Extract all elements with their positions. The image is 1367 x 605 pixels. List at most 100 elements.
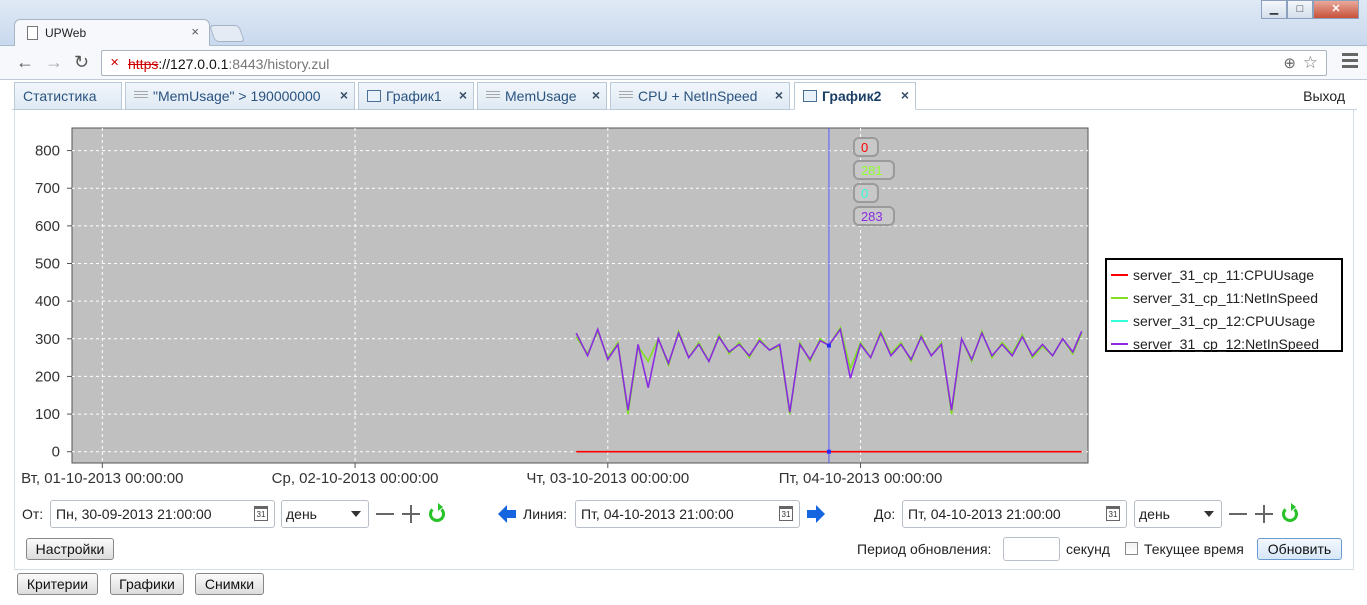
tab-graph2[interactable]: График2 × xyxy=(794,82,916,110)
browser-tab[interactable]: UPWeb × xyxy=(14,19,210,46)
y-tick-label: 800 xyxy=(35,143,60,160)
legend-item: server_31_cp_11:CPUUsage xyxy=(1111,263,1341,286)
chevron-down-icon xyxy=(1204,511,1214,517)
grid-icon xyxy=(486,91,500,100)
page-icon xyxy=(27,26,38,40)
legend-swatch xyxy=(1111,342,1128,345)
browser-titlebar: UPWeb × ▁ □ ✕ xyxy=(0,0,1367,46)
url-text: https://127.0.0.1:8443/history.zul xyxy=(128,56,330,72)
tab-label: CPU + NetInSpeed xyxy=(638,88,758,104)
legend-swatch xyxy=(1111,319,1128,322)
from-unit-select[interactable]: день xyxy=(281,500,369,528)
tab-cpu-netinspeed[interactable]: CPU + NetInSpeed × xyxy=(610,82,790,110)
browser-toolbar: ← → ↻ ✕ https://127.0.0.1:8443/history.z… xyxy=(0,46,1367,80)
y-tick-label: 100 xyxy=(35,406,60,423)
x-tick-label: Пт, 04-10-2013 00:00:00 xyxy=(779,470,943,487)
chart-icon xyxy=(367,90,381,102)
close-icon[interactable]: × xyxy=(592,87,600,103)
value-tooltip-text: 0 xyxy=(861,186,868,201)
reload-icon[interactable]: ↻ xyxy=(74,52,89,72)
y-tick-label: 600 xyxy=(35,218,60,235)
close-icon[interactable]: × xyxy=(775,87,783,103)
x-tick-label: Чт, 03-10-2013 00:00:00 xyxy=(526,470,689,487)
exit-link[interactable]: Выход xyxy=(1303,88,1345,104)
legend-swatch xyxy=(1111,273,1128,276)
close-icon[interactable]: × xyxy=(340,87,348,103)
forward-icon[interactable]: → xyxy=(45,52,63,72)
plot-area xyxy=(71,127,1089,464)
new-tab-button[interactable] xyxy=(208,25,246,42)
close-icon[interactable]: × xyxy=(191,24,199,39)
tab-memusage-filter[interactable]: "MemUsage" > 190000000 × xyxy=(125,82,355,110)
tab-label: Статистика xyxy=(23,88,97,104)
menu-icon[interactable] xyxy=(1342,53,1358,71)
from-label: От: xyxy=(22,506,44,522)
cursor-marker xyxy=(826,343,831,348)
chevron-down-icon xyxy=(351,511,361,517)
minimize-button[interactable]: ▁ xyxy=(1261,0,1287,19)
legend-item: server_31_cp_12:CPUUsage xyxy=(1111,309,1341,332)
to-label: До: xyxy=(874,506,896,522)
tab-label: MemUsage xyxy=(505,88,577,104)
y-tick-label: 500 xyxy=(35,256,60,273)
y-tick-label: 400 xyxy=(35,293,60,310)
y-tick-label: 700 xyxy=(35,180,60,197)
current-time-checkbox[interactable] xyxy=(1125,542,1138,555)
close-icon[interactable]: × xyxy=(901,87,909,103)
tab-memusage[interactable]: MemUsage × xyxy=(477,82,607,110)
value-tooltip-text: 281 xyxy=(861,163,883,178)
minus-icon[interactable] xyxy=(376,505,394,523)
legend-swatch xyxy=(1111,296,1128,299)
snapshots-button[interactable]: Снимки xyxy=(195,573,264,595)
minus-icon[interactable] xyxy=(1229,505,1247,523)
address-bar[interactable]: ✕ https://127.0.0.1:8443/history.zul ⊕ ☆ xyxy=(101,50,1327,76)
tab-graph1[interactable]: График1 × xyxy=(358,82,474,110)
calendar-icon[interactable]: 31 xyxy=(254,506,268,521)
seconds-label: секунд xyxy=(1066,541,1110,557)
chart-icon xyxy=(803,90,817,102)
refresh-period-input[interactable] xyxy=(1003,537,1060,561)
calendar-icon[interactable]: 31 xyxy=(1106,506,1120,521)
close-icon[interactable]: × xyxy=(459,87,467,103)
y-tick-label: 300 xyxy=(35,331,60,348)
graphs-button[interactable]: Графики xyxy=(110,573,184,595)
arrow-left-icon[interactable] xyxy=(498,505,516,523)
zoom-icon[interactable]: ⊕ xyxy=(1283,54,1296,72)
cursor-marker xyxy=(826,449,831,454)
refresh-icon[interactable] xyxy=(429,503,445,522)
settings-button[interactable]: Настройки xyxy=(26,538,114,560)
to-unit-select[interactable]: день xyxy=(1134,500,1222,528)
from-date-field[interactable]: Пн, 30-09-2013 21:00:00 31 xyxy=(50,500,275,528)
star-icon[interactable]: ☆ xyxy=(1303,53,1318,73)
tab-label: График2 xyxy=(822,88,882,104)
plus-icon[interactable] xyxy=(1255,505,1273,523)
legend-item: server_31_cp_12:NetInSpeed xyxy=(1111,332,1341,355)
browser-tab-title: UPWeb xyxy=(45,26,87,40)
refresh-icon[interactable] xyxy=(1282,503,1298,522)
criteria-button[interactable]: Критерии xyxy=(17,573,98,595)
arrow-right-icon[interactable] xyxy=(807,505,825,523)
value-tooltip-text: 283 xyxy=(861,209,883,224)
window-close-button[interactable]: ✕ xyxy=(1313,0,1359,19)
tab-label: "MemUsage" > 190000000 xyxy=(153,88,321,104)
value-tooltip-text: 0 xyxy=(861,140,868,155)
app-tabbar: Статистика "MemUsage" > 190000000 × Граф… xyxy=(12,82,1357,110)
refresh-period-label: Период обновления: xyxy=(857,541,992,557)
maximize-button[interactable]: □ xyxy=(1287,0,1313,19)
y-tick-label: 0 xyxy=(52,444,60,461)
line-date-field[interactable]: Пт, 04-10-2013 21:00:00 31 xyxy=(575,500,800,528)
x-tick-label: Ср, 02-10-2013 00:00:00 xyxy=(272,470,439,487)
legend-item: server_31_cp_11:NetInSpeed xyxy=(1111,286,1341,309)
tab-statistics[interactable]: Статистика xyxy=(14,82,122,110)
plus-icon[interactable] xyxy=(402,505,420,523)
grid-icon xyxy=(134,91,148,100)
line-label: Линия: xyxy=(523,506,568,522)
update-button[interactable]: Обновить xyxy=(1257,538,1342,560)
window-controls: ▁ □ ✕ xyxy=(1261,0,1359,19)
chart-legend: server_31_cp_11:CPUUsage server_31_cp_11… xyxy=(1105,258,1343,352)
x-tick-label: Вт, 01-10-2013 00:00:00 xyxy=(21,470,183,487)
back-icon[interactable]: ← xyxy=(16,52,34,72)
y-tick-label: 200 xyxy=(35,368,60,385)
to-date-field[interactable]: Пт, 04-10-2013 21:00:00 31 xyxy=(902,500,1127,528)
calendar-icon[interactable]: 31 xyxy=(779,506,793,521)
